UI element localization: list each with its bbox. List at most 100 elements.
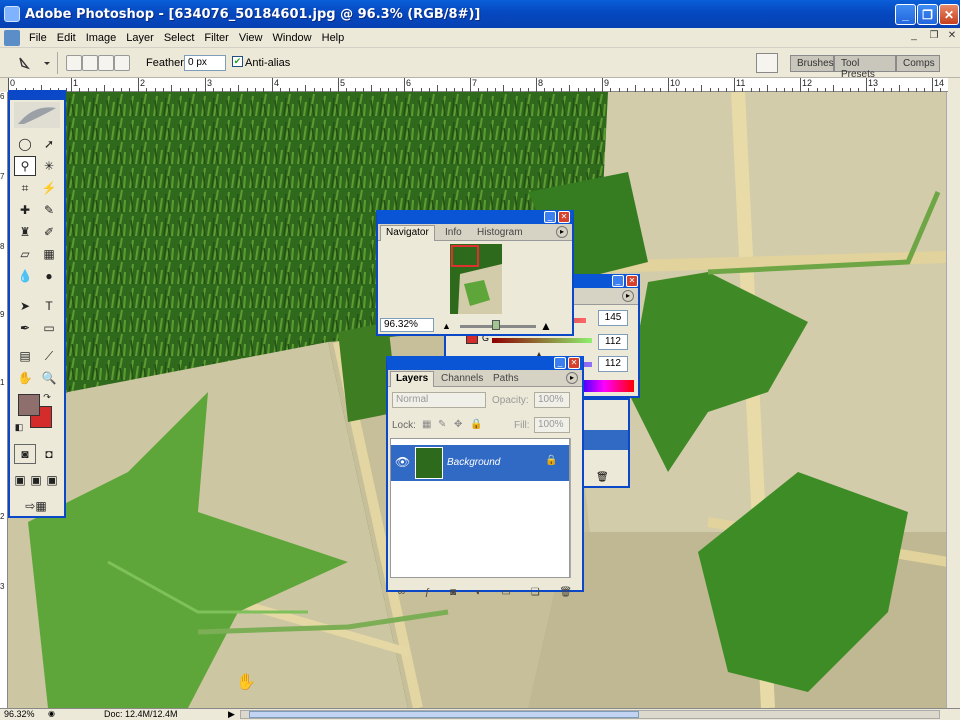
zoom-in-icon[interactable]: ▲ bbox=[540, 319, 552, 333]
tab-channels[interactable]: Channels bbox=[436, 372, 488, 385]
history-brush-tool-icon[interactable]: ✐ bbox=[38, 222, 60, 242]
dock-tab-comps[interactable]: Comps bbox=[896, 55, 940, 72]
close-button[interactable]: ✕ bbox=[939, 4, 959, 25]
status-zoom[interactable]: 96.32% bbox=[4, 709, 35, 719]
lock-transparency-icon[interactable]: ▦ bbox=[422, 419, 431, 430]
blue-value-input[interactable]: 112 bbox=[598, 356, 628, 372]
layers-menu-icon[interactable]: ▸ bbox=[566, 372, 578, 384]
dodge-tool-icon[interactable]: ● bbox=[38, 266, 60, 286]
doc-restore-button[interactable]: ❐ bbox=[926, 30, 942, 44]
brush-tool-icon[interactable]: ✎ bbox=[38, 200, 60, 220]
layers-scrollbar[interactable] bbox=[570, 438, 582, 578]
lock-position-icon[interactable]: ✥ bbox=[454, 419, 462, 430]
navigator-menu-icon[interactable]: ▸ bbox=[556, 226, 568, 238]
standard-mode-icon[interactable]: ◙ bbox=[14, 444, 36, 464]
layer-mask-icon[interactable]: ◙ bbox=[450, 587, 456, 598]
blur-tool-icon[interactable]: 💧 bbox=[14, 266, 36, 286]
menu-filter[interactable]: Filter bbox=[199, 32, 233, 44]
layer-row-background[interactable]: 👁 Background 🔒 bbox=[391, 445, 569, 481]
green-value-input[interactable]: 112 bbox=[598, 334, 628, 350]
tab-paths[interactable]: Paths bbox=[488, 372, 524, 385]
marquee-tool-icon[interactable]: ◯ bbox=[14, 134, 36, 154]
dock-tab-tool-presets[interactable]: Tool Presets bbox=[834, 55, 896, 80]
photoshop-doc-icon[interactable] bbox=[4, 29, 20, 46]
healing-brush-tool-icon[interactable]: ✚ bbox=[14, 200, 36, 220]
move-tool-icon[interactable]: ➚ bbox=[38, 134, 60, 154]
color-menu-icon[interactable]: ▸ bbox=[622, 290, 634, 302]
link-layers-icon[interactable]: ∞ bbox=[398, 587, 405, 598]
doc-minimize-button[interactable]: _ bbox=[906, 30, 922, 44]
vertical-scrollbar[interactable] bbox=[946, 92, 960, 708]
lock-all-icon[interactable]: 🔒 bbox=[470, 419, 482, 430]
menu-file[interactable]: File bbox=[24, 32, 52, 44]
full-screen-menu-mode-icon[interactable]: ▣ bbox=[28, 470, 44, 490]
pen-tool-icon[interactable]: ✒ bbox=[14, 318, 36, 338]
crop-tool-icon[interactable]: ⌗ bbox=[14, 178, 36, 198]
antialias-checkbox[interactable]: ✔ bbox=[232, 56, 243, 67]
subtract-from-selection-icon[interactable] bbox=[98, 55, 114, 71]
navigator-zoom-input[interactable]: 96.32% bbox=[380, 318, 434, 332]
restore-button[interactable]: ❐ bbox=[917, 4, 938, 25]
doc-close-button[interactable]: ✕ bbox=[944, 30, 960, 44]
menu-help[interactable]: Help bbox=[317, 32, 350, 44]
tab-histogram[interactable]: Histogram bbox=[472, 226, 528, 239]
swap-colors-icon[interactable]: ↷ bbox=[40, 390, 54, 404]
color-minimize-button[interactable]: _ bbox=[612, 275, 624, 287]
minimize-button[interactable]: _ bbox=[895, 4, 916, 25]
delete-layer-icon[interactable]: 🗑 bbox=[559, 587, 572, 598]
slice-tool-icon[interactable]: ⚡ bbox=[38, 178, 60, 198]
tab-info[interactable]: Info bbox=[440, 226, 467, 239]
dock-tab-brushes[interactable]: Brushes bbox=[790, 55, 834, 72]
add-to-selection-icon[interactable] bbox=[82, 55, 98, 71]
intersect-selection-icon[interactable] bbox=[114, 55, 130, 71]
gradient-tool-icon[interactable]: ▦ bbox=[38, 244, 60, 264]
trash-icon[interactable]: 🗑 bbox=[596, 472, 609, 484]
notes-tool-icon[interactable]: ▤ bbox=[14, 346, 36, 366]
menu-edit[interactable]: Edit bbox=[52, 32, 81, 44]
zoom-slider-thumb[interactable] bbox=[492, 320, 500, 330]
red-value-input[interactable]: 145 bbox=[598, 310, 628, 326]
lock-pixels-icon[interactable]: ✎ bbox=[438, 419, 446, 430]
jump-to-imageready-icon[interactable]: ⇨▦ bbox=[14, 496, 58, 516]
clone-stamp-tool-icon[interactable]: ♜ bbox=[14, 222, 36, 242]
zoom-tool-icon[interactable]: 🔍 bbox=[38, 368, 60, 388]
full-screen-mode-icon[interactable]: ▣ bbox=[44, 470, 60, 490]
palette-well-icon[interactable] bbox=[756, 53, 778, 73]
horizontal-scroll-thumb[interactable] bbox=[249, 711, 639, 718]
navigator-minimize-button[interactable]: _ bbox=[544, 211, 556, 223]
green-slider-track[interactable] bbox=[492, 338, 592, 343]
new-selection-icon[interactable] bbox=[66, 55, 82, 71]
eye-visibility-icon[interactable]: 👁 bbox=[395, 455, 410, 469]
blend-mode-select[interactable]: Normal bbox=[392, 392, 486, 408]
eraser-tool-icon[interactable]: ▱ bbox=[14, 244, 36, 264]
tab-layers[interactable]: Layers bbox=[390, 371, 435, 387]
opacity-input[interactable]: 100% bbox=[534, 392, 570, 408]
foreground-color-swatch[interactable] bbox=[18, 394, 40, 416]
menu-view[interactable]: View bbox=[234, 32, 268, 44]
navigator-thumbnail[interactable] bbox=[450, 244, 502, 314]
menu-image[interactable]: Image bbox=[81, 32, 122, 44]
menu-window[interactable]: Window bbox=[268, 32, 317, 44]
default-colors-icon[interactable]: ◧ bbox=[12, 420, 26, 434]
standard-screen-mode-icon[interactable]: ▣ bbox=[12, 470, 28, 490]
color-close-button[interactable]: ✕ bbox=[626, 275, 638, 287]
layers-close-button[interactable]: ✕ bbox=[568, 357, 580, 369]
new-group-icon[interactable]: ▭ bbox=[502, 587, 511, 598]
layers-minimize-button[interactable]: _ bbox=[554, 357, 566, 369]
lasso-tool-icon[interactable]: ⚲ bbox=[14, 156, 36, 176]
shape-tool-icon[interactable]: ▭ bbox=[38, 318, 60, 338]
new-layer-icon[interactable]: ❏ bbox=[531, 587, 540, 598]
menu-select[interactable]: Select bbox=[159, 32, 200, 44]
fill-input[interactable]: 100% bbox=[534, 417, 570, 433]
eyedropper-tool-icon[interactable]: ⟋ bbox=[38, 346, 60, 366]
menu-layer[interactable]: Layer bbox=[121, 32, 159, 44]
feather-input[interactable]: 0 px bbox=[184, 55, 226, 71]
layer-style-icon[interactable]: ƒ bbox=[425, 587, 431, 598]
horizontal-scrollbar[interactable] bbox=[240, 710, 940, 719]
status-menu-arrow[interactable]: ▶ bbox=[228, 709, 235, 720]
quick-mask-mode-icon[interactable]: ◘ bbox=[38, 444, 60, 464]
path-selection-tool-icon[interactable]: ➤ bbox=[14, 296, 36, 316]
zoom-out-icon[interactable]: ▲ bbox=[442, 321, 451, 331]
tab-navigator[interactable]: Navigator bbox=[380, 225, 435, 241]
hand-tool-icon[interactable]: ✋ bbox=[14, 368, 36, 388]
